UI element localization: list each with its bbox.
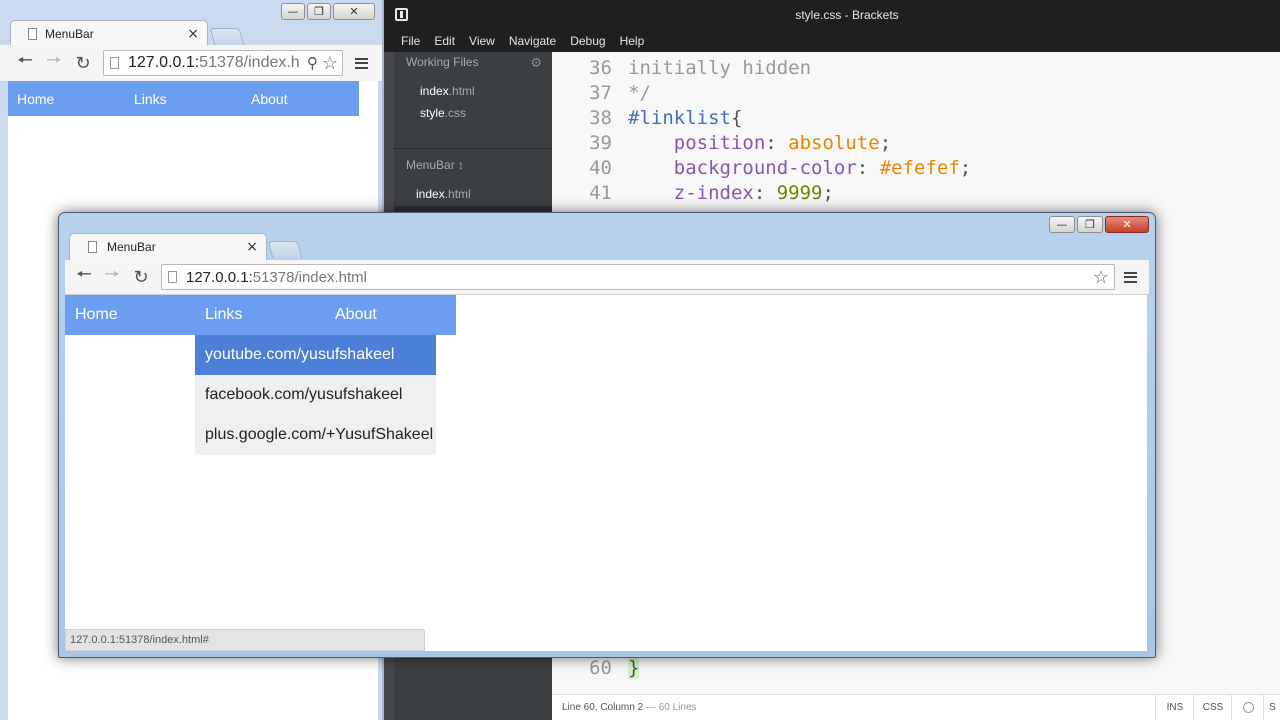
- code-line: 38 #linklist{: [589, 106, 743, 129]
- dropdown-link-youtube[interactable]: youtube.com/yusufshakeel: [195, 335, 436, 375]
- address-bar[interactable]: 127.0.0.1: 51378/index.h ⚲ ☆: [103, 50, 343, 76]
- code-line: 36 initially hidden: [589, 56, 812, 79]
- page-menubar: Home Links About: [65, 295, 456, 335]
- page-menubar: Home Links About: [8, 81, 359, 116]
- page-icon: [168, 271, 177, 283]
- linter-status-icon[interactable]: [1231, 695, 1264, 720]
- fg-window-controls: — ❐ ✕: [1049, 216, 1149, 233]
- browser-tab[interactable]: MenuBar ×: [10, 20, 208, 46]
- menu-about-link[interactable]: About: [251, 81, 288, 116]
- maximize-icon[interactable]: ❐: [307, 3, 331, 20]
- menu-about-link[interactable]: About: [335, 295, 377, 335]
- minimize-icon[interactable]: —: [1049, 216, 1075, 233]
- code-line: 40 background-color: #efefef;: [589, 156, 972, 179]
- menu-file[interactable]: File: [401, 34, 420, 48]
- brackets-menubar: File Edit View Navigate Debug Help: [384, 30, 1280, 52]
- brackets-window-title: style.css - Brackets: [795, 8, 899, 22]
- working-file-index[interactable]: index.html: [420, 84, 475, 98]
- bg-toolbar: 🠔 🠖 ↻ 127.0.0.1: 51378/index.h ⚲ ☆: [0, 45, 382, 82]
- menu-home-link[interactable]: Home: [75, 295, 118, 335]
- tab-close-icon[interactable]: ×: [246, 240, 258, 254]
- reload-icon[interactable]: ↻: [72, 52, 94, 74]
- back-arrow-icon[interactable]: 🠔: [14, 50, 36, 73]
- reload-icon[interactable]: ↻: [130, 266, 152, 288]
- search-icon[interactable]: ⚲: [307, 54, 318, 72]
- code-line: 60}: [589, 656, 640, 679]
- dropdown-link-facebook[interactable]: facebook.com/yusufshakeel: [195, 375, 436, 415]
- close-window-icon[interactable]: ✕: [1105, 216, 1149, 233]
- menu-view[interactable]: View: [469, 34, 495, 48]
- code-line: 39 position: absolute;: [589, 131, 892, 154]
- page-icon: [110, 57, 119, 69]
- menu-home-link[interactable]: Home: [17, 81, 54, 116]
- menu-debug[interactable]: Debug: [570, 34, 605, 48]
- menu-icon[interactable]: [1120, 267, 1140, 287]
- bg-window-controls: — ❐ ✕: [281, 3, 375, 20]
- language-selector[interactable]: CSS: [1193, 695, 1232, 720]
- menu-icon[interactable]: [351, 53, 371, 73]
- maximize-icon[interactable]: ❐: [1077, 216, 1103, 233]
- menu-edit[interactable]: Edit: [434, 34, 455, 48]
- menu-help[interactable]: Help: [620, 34, 645, 48]
- insert-mode-indicator[interactable]: INS: [1155, 695, 1194, 720]
- code-line: 37 */: [589, 81, 651, 104]
- menu-links-link[interactable]: Links: [134, 81, 167, 116]
- new-tab-button[interactable]: [267, 241, 303, 258]
- project-title[interactable]: MenuBar ↕: [406, 158, 464, 172]
- extra-status[interactable]: S: [1263, 695, 1280, 720]
- foreground-browser-window: — ❐ ✕ MenuBar × 🠔 🠖 ↻ 127.0.0.1: 51378/in…: [58, 212, 1156, 658]
- minimize-icon[interactable]: —: [281, 3, 305, 20]
- page-icon: [88, 241, 97, 253]
- menu-links-link[interactable]: Links: [205, 295, 242, 335]
- gear-icon[interactable]: ⚙: [530, 56, 542, 71]
- address-bar[interactable]: 127.0.0.1: 51378/index.html ☆: [161, 264, 1115, 290]
- project-file-index[interactable]: index.html: [416, 187, 471, 201]
- star-icon[interactable]: ☆: [1093, 267, 1109, 288]
- new-tab-button[interactable]: [209, 28, 245, 45]
- page-icon: [28, 27, 37, 40]
- menu-navigate[interactable]: Navigate: [509, 34, 556, 48]
- forward-arrow-icon[interactable]: 🠖: [101, 264, 123, 287]
- back-arrow-icon[interactable]: 🠔: [73, 264, 95, 287]
- dropdown-link-googleplus[interactable]: plus.google.com/+YusufShakeel: [195, 415, 436, 455]
- sidebar-divider: [394, 148, 552, 149]
- code-line: 41 z-index: 9999;: [589, 181, 834, 204]
- link-status-bubble: 127.0.0.1:51378/index.html#: [65, 629, 425, 651]
- close-window-icon[interactable]: ✕: [333, 3, 375, 20]
- tab-close-icon[interactable]: ×: [187, 27, 199, 41]
- working-files-title: Working Files: [406, 55, 479, 69]
- star-icon[interactable]: ☆: [322, 53, 338, 74]
- browser-tab[interactable]: MenuBar ×: [69, 233, 267, 260]
- brackets-titlebar: style.css - Brackets: [384, 0, 1280, 30]
- fg-page-viewport: Home Links About youtube.com/yusufshakee…: [65, 295, 1147, 651]
- working-file-style[interactable]: style.css: [420, 106, 466, 120]
- fg-toolbar: 🠔 🠖 ↻ 127.0.0.1: 51378/index.html ☆: [65, 260, 1149, 295]
- editor-statusbar: Line 60, Column 2 — 60 Lines INS CSS S: [552, 694, 1280, 720]
- cursor-position: Line 60, Column 2 — 60 Lines: [562, 702, 697, 713]
- links-dropdown: youtube.com/yusufshakeel facebook.com/yu…: [195, 335, 436, 455]
- forward-arrow-icon[interactable]: 🠖: [43, 50, 65, 73]
